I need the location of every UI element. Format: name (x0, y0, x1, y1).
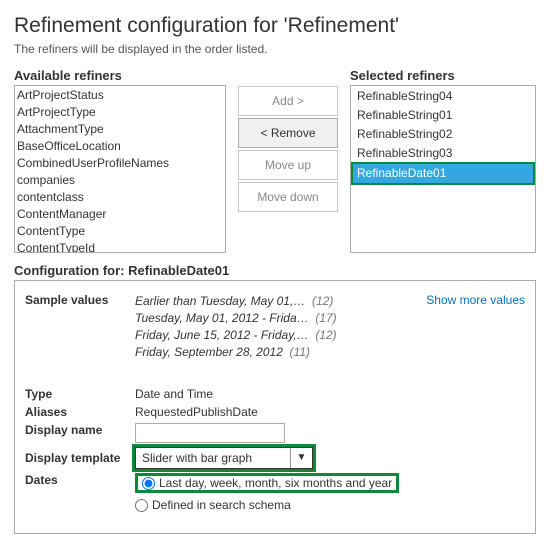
sample-values: Earlier than Tuesday, May 01,… (12) Tues… (135, 293, 426, 361)
type-label: Type (25, 387, 135, 401)
list-item-selected[interactable]: RefinableDate01 (351, 162, 535, 185)
selected-refiners-listbox[interactable]: RefinableString04 RefinableString01 Refi… (350, 85, 536, 253)
display-template-dropdown[interactable]: Slider with bar graph ▼ (135, 447, 313, 469)
list-item[interactable]: ContentTypeId (17, 240, 223, 253)
display-name-input[interactable] (135, 423, 285, 443)
list-item[interactable]: ContentManager (17, 206, 223, 223)
sample-value-count: (12) (312, 294, 333, 308)
dropdown-value: Slider with bar graph (136, 451, 290, 465)
dates-option-schema-label: Defined in search schema (152, 495, 291, 515)
aliases-label: Aliases (25, 405, 135, 419)
list-item[interactable]: ContentType (17, 223, 223, 240)
list-item[interactable]: companies (17, 172, 223, 189)
dates-option-lastday-label: Last day, week, month, six months and ye… (159, 476, 392, 490)
list-item[interactable]: contentclass (17, 189, 223, 206)
list-item[interactable]: ArtProjectStatus (17, 87, 223, 104)
dates-label: Dates (25, 473, 135, 487)
dates-option-schema-radio[interactable] (135, 499, 148, 512)
list-item[interactable]: CombinedUserProfileNames (17, 155, 223, 172)
available-heading: Available refiners (14, 68, 226, 83)
move-up-button[interactable]: Move up (238, 150, 338, 180)
page-subtitle: The refiners will be displayed in the or… (14, 42, 536, 56)
list-item[interactable]: ArtProjectType (17, 104, 223, 121)
selected-heading: Selected refiners (350, 68, 536, 83)
sample-value-count: (17) (315, 311, 336, 325)
display-template-label: Display template (25, 451, 135, 465)
list-item[interactable]: AttachmentType (17, 121, 223, 138)
list-item[interactable]: RefinableString01 (353, 106, 533, 125)
config-heading: Configuration for: RefinableDate01 (14, 263, 536, 278)
sample-value-text: Tuesday, May 01, 2012 - Frida… (135, 311, 309, 325)
move-down-button[interactable]: Move down (238, 182, 338, 212)
config-panel: Sample values Earlier than Tuesday, May … (14, 280, 536, 534)
available-refiners-listbox[interactable]: ArtProjectStatus ArtProjectType Attachme… (14, 85, 226, 253)
type-value: Date and Time (135, 387, 525, 401)
display-name-label: Display name (25, 423, 135, 437)
list-item[interactable]: RefinableString03 (353, 144, 533, 163)
sample-value-count: (12) (315, 328, 336, 342)
list-item[interactable]: RefinableString02 (353, 125, 533, 144)
add-button[interactable]: Add > (238, 86, 338, 116)
remove-button[interactable]: < Remove (238, 118, 338, 148)
list-item[interactable]: BaseOfficeLocation (17, 138, 223, 155)
page-title: Refinement configuration for 'Refinement… (14, 14, 536, 38)
aliases-value: RequestedPublishDate (135, 405, 525, 419)
dates-option-lastday-radio[interactable] (142, 477, 155, 490)
sample-value-text: Friday, September 28, 2012 (135, 345, 283, 359)
sample-value-text: Earlier than Tuesday, May 01,… (135, 294, 305, 308)
sample-value-text: Friday, June 15, 2012 - Friday,… (135, 328, 309, 342)
list-item[interactable]: RefinableString04 (353, 87, 533, 106)
sample-values-label: Sample values (25, 293, 135, 307)
sample-value-count: (11) (290, 345, 310, 359)
chevron-down-icon: ▼ (290, 448, 312, 468)
show-more-values-link[interactable]: Show more values (426, 293, 525, 307)
